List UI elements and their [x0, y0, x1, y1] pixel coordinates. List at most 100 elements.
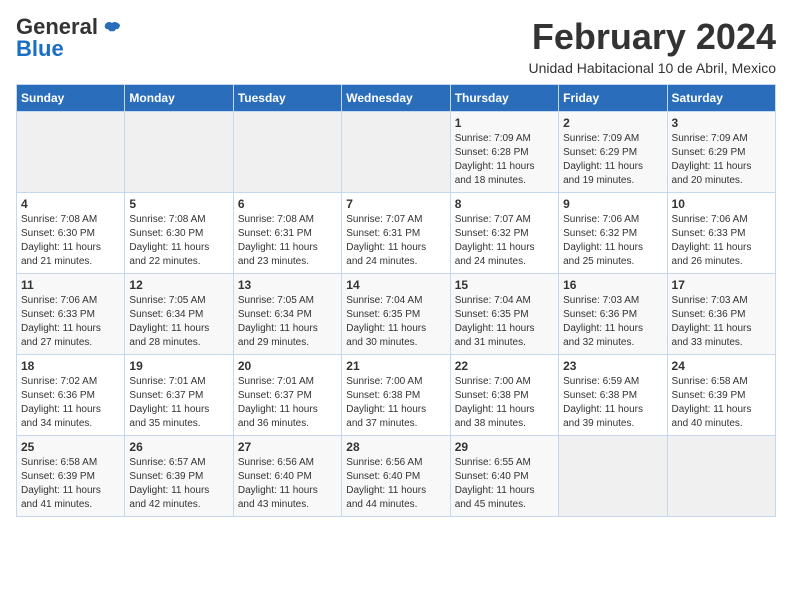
- calendar-week-row: 18 Sunrise: 7:02 AM Sunset: 6:36 PM Dayli…: [17, 355, 776, 436]
- day-number: 27: [238, 440, 337, 454]
- day-number: 3: [672, 116, 771, 130]
- calendar-cell: 11 Sunrise: 7:06 AM Sunset: 6:33 PM Dayli…: [17, 274, 125, 355]
- calendar-cell: 25Sunrise: 6:58 AM Sunset: 6:39 PM Dayli…: [17, 436, 125, 517]
- calendar-cell: 6Sunrise: 7:08 AM Sunset: 6:31 PM Daylig…: [233, 193, 341, 274]
- calendar-cell: 27Sunrise: 6:56 AM Sunset: 6:40 PM Dayli…: [233, 436, 341, 517]
- calendar-week-row: 25Sunrise: 6:58 AM Sunset: 6:39 PM Dayli…: [17, 436, 776, 517]
- calendar-cell: 18 Sunrise: 7:02 AM Sunset: 6:36 PM Dayli…: [17, 355, 125, 436]
- calendar-cell: 21 Sunrise: 7:00 AM Sunset: 6:38 PM Dayli…: [342, 355, 450, 436]
- day-number: 9: [563, 197, 662, 211]
- calendar-cell: 23 Sunrise: 6:59 AM Sunset: 6:38 PM Dayli…: [559, 355, 667, 436]
- day-info: Sunrise: 7:07 AM Sunset: 6:31 PM Dayligh…: [346, 213, 445, 269]
- day-number: 11: [21, 278, 120, 292]
- calendar-cell: 13 Sunrise: 7:05 AM Sunset: 6:34 PM Dayli…: [233, 274, 341, 355]
- day-info: Sunrise: 7:04 AM Sunset: 6:35 PM Dayligh…: [346, 294, 445, 350]
- day-number: 20: [238, 359, 337, 373]
- logo-text: General Blue: [16, 16, 98, 60]
- day-info: Sunrise: 7:00 AM Sunset: 6:38 PM Dayligh…: [455, 375, 554, 431]
- calendar-week-row: 11 Sunrise: 7:06 AM Sunset: 6:33 PM Dayli…: [17, 274, 776, 355]
- calendar-cell: 19 Sunrise: 7:01 AM Sunset: 6:37 PM Dayli…: [125, 355, 233, 436]
- day-number: 23: [563, 359, 662, 373]
- day-number: 22: [455, 359, 554, 373]
- day-number: 26: [129, 440, 228, 454]
- day-info: Sunrise: 6:55 AM Sunset: 6:40 PM Dayligh…: [455, 456, 554, 512]
- day-info: Sunrise: 7:00 AM Sunset: 6:38 PM Dayligh…: [346, 375, 445, 431]
- calendar-cell: 16Sunrise: 7:03 AM Sunset: 6:36 PM Dayli…: [559, 274, 667, 355]
- calendar-cell: 22 Sunrise: 7:00 AM Sunset: 6:38 PM Dayli…: [450, 355, 558, 436]
- day-info: Sunrise: 6:56 AM Sunset: 6:40 PM Dayligh…: [346, 456, 445, 512]
- logo-bird-icon: [100, 17, 124, 41]
- day-number: 5: [129, 197, 228, 211]
- day-number: 8: [455, 197, 554, 211]
- calendar-cell: 5 Sunrise: 7:08 AM Sunset: 6:30 PM Daylig…: [125, 193, 233, 274]
- weekday-header-thursday: Thursday: [450, 85, 558, 112]
- calendar-cell: 8 Sunrise: 7:07 AM Sunset: 6:32 PM Daylig…: [450, 193, 558, 274]
- calendar-cell: [233, 112, 341, 193]
- day-number: 15: [455, 278, 554, 292]
- weekday-header-tuesday: Tuesday: [233, 85, 341, 112]
- day-info: Sunrise: 7:08 AM Sunset: 6:30 PM Dayligh…: [129, 213, 228, 269]
- calendar-week-row: 1 Sunrise: 7:09 AM Sunset: 6:28 PM Daylig…: [17, 112, 776, 193]
- calendar-table: SundayMondayTuesdayWednesdayThursdayFrid…: [16, 84, 776, 517]
- day-number: 18: [21, 359, 120, 373]
- calendar-cell: 20 Sunrise: 7:01 AM Sunset: 6:37 PM Dayli…: [233, 355, 341, 436]
- weekday-header-wednesday: Wednesday: [342, 85, 450, 112]
- day-number: 28: [346, 440, 445, 454]
- day-number: 14: [346, 278, 445, 292]
- day-info: Sunrise: 7:01 AM Sunset: 6:37 PM Dayligh…: [238, 375, 337, 431]
- day-number: 7: [346, 197, 445, 211]
- calendar-cell: 24 Sunrise: 6:58 AM Sunset: 6:39 PM Dayli…: [667, 355, 775, 436]
- day-info: Sunrise: 7:06 AM Sunset: 6:33 PM Dayligh…: [21, 294, 120, 350]
- day-number: 21: [346, 359, 445, 373]
- day-number: 2: [563, 116, 662, 130]
- day-number: 19: [129, 359, 228, 373]
- calendar-cell: 3Sunrise: 7:09 AM Sunset: 6:29 PM Daylig…: [667, 112, 775, 193]
- calendar-cell: 2Sunrise: 7:09 AM Sunset: 6:29 PM Daylig…: [559, 112, 667, 193]
- calendar-cell: 26 Sunrise: 6:57 AM Sunset: 6:39 PM Dayli…: [125, 436, 233, 517]
- day-number: 6: [238, 197, 337, 211]
- day-info: Sunrise: 6:58 AM Sunset: 6:39 PM Dayligh…: [672, 375, 771, 431]
- weekday-header-friday: Friday: [559, 85, 667, 112]
- calendar-cell: 29Sunrise: 6:55 AM Sunset: 6:40 PM Dayli…: [450, 436, 558, 517]
- weekday-header-saturday: Saturday: [667, 85, 775, 112]
- calendar-cell: 12 Sunrise: 7:05 AM Sunset: 6:34 PM Dayli…: [125, 274, 233, 355]
- calendar-week-row: 4 Sunrise: 7:08 AM Sunset: 6:30 PM Daylig…: [17, 193, 776, 274]
- calendar-cell: 4 Sunrise: 7:08 AM Sunset: 6:30 PM Daylig…: [17, 193, 125, 274]
- day-info: Sunrise: 7:03 AM Sunset: 6:36 PM Dayligh…: [563, 294, 662, 350]
- calendar-cell: [342, 112, 450, 193]
- day-number: 13: [238, 278, 337, 292]
- weekday-header-sunday: Sunday: [17, 85, 125, 112]
- day-number: 4: [21, 197, 120, 211]
- day-info: Sunrise: 6:57 AM Sunset: 6:39 PM Dayligh…: [129, 456, 228, 512]
- calendar-subtitle: Unidad Habitacional 10 de Abril, Mexico: [529, 60, 776, 76]
- day-info: Sunrise: 7:09 AM Sunset: 6:28 PM Dayligh…: [455, 132, 554, 188]
- day-number: 12: [129, 278, 228, 292]
- logo: General Blue: [16, 16, 124, 60]
- day-number: 1: [455, 116, 554, 130]
- calendar-cell: [125, 112, 233, 193]
- day-info: Sunrise: 6:58 AM Sunset: 6:39 PM Dayligh…: [21, 456, 120, 512]
- calendar-cell: 9 Sunrise: 7:06 AM Sunset: 6:32 PM Daylig…: [559, 193, 667, 274]
- day-info: Sunrise: 6:59 AM Sunset: 6:38 PM Dayligh…: [563, 375, 662, 431]
- day-number: 17: [672, 278, 771, 292]
- day-info: Sunrise: 7:07 AM Sunset: 6:32 PM Dayligh…: [455, 213, 554, 269]
- calendar-title: February 2024: [529, 16, 776, 58]
- calendar-cell: [17, 112, 125, 193]
- day-info: Sunrise: 7:02 AM Sunset: 6:36 PM Dayligh…: [21, 375, 120, 431]
- calendar-cell: 1 Sunrise: 7:09 AM Sunset: 6:28 PM Daylig…: [450, 112, 558, 193]
- day-info: Sunrise: 7:06 AM Sunset: 6:32 PM Dayligh…: [563, 213, 662, 269]
- calendar-cell: 14 Sunrise: 7:04 AM Sunset: 6:35 PM Dayli…: [342, 274, 450, 355]
- day-info: Sunrise: 7:06 AM Sunset: 6:33 PM Dayligh…: [672, 213, 771, 269]
- calendar-cell: 10 Sunrise: 7:06 AM Sunset: 6:33 PM Dayli…: [667, 193, 775, 274]
- day-number: 10: [672, 197, 771, 211]
- weekday-header-row: SundayMondayTuesdayWednesdayThursdayFrid…: [17, 85, 776, 112]
- day-info: Sunrise: 7:05 AM Sunset: 6:34 PM Dayligh…: [129, 294, 228, 350]
- day-info: Sunrise: 7:08 AM Sunset: 6:30 PM Dayligh…: [21, 213, 120, 269]
- day-info: Sunrise: 7:01 AM Sunset: 6:37 PM Dayligh…: [129, 375, 228, 431]
- day-info: Sunrise: 7:05 AM Sunset: 6:34 PM Dayligh…: [238, 294, 337, 350]
- page-header: General Blue February 2024 Unidad Habita…: [16, 16, 776, 76]
- calendar-cell: [559, 436, 667, 517]
- day-info: Sunrise: 7:04 AM Sunset: 6:35 PM Dayligh…: [455, 294, 554, 350]
- calendar-cell: 17Sunrise: 7:03 AM Sunset: 6:36 PM Dayli…: [667, 274, 775, 355]
- day-number: 24: [672, 359, 771, 373]
